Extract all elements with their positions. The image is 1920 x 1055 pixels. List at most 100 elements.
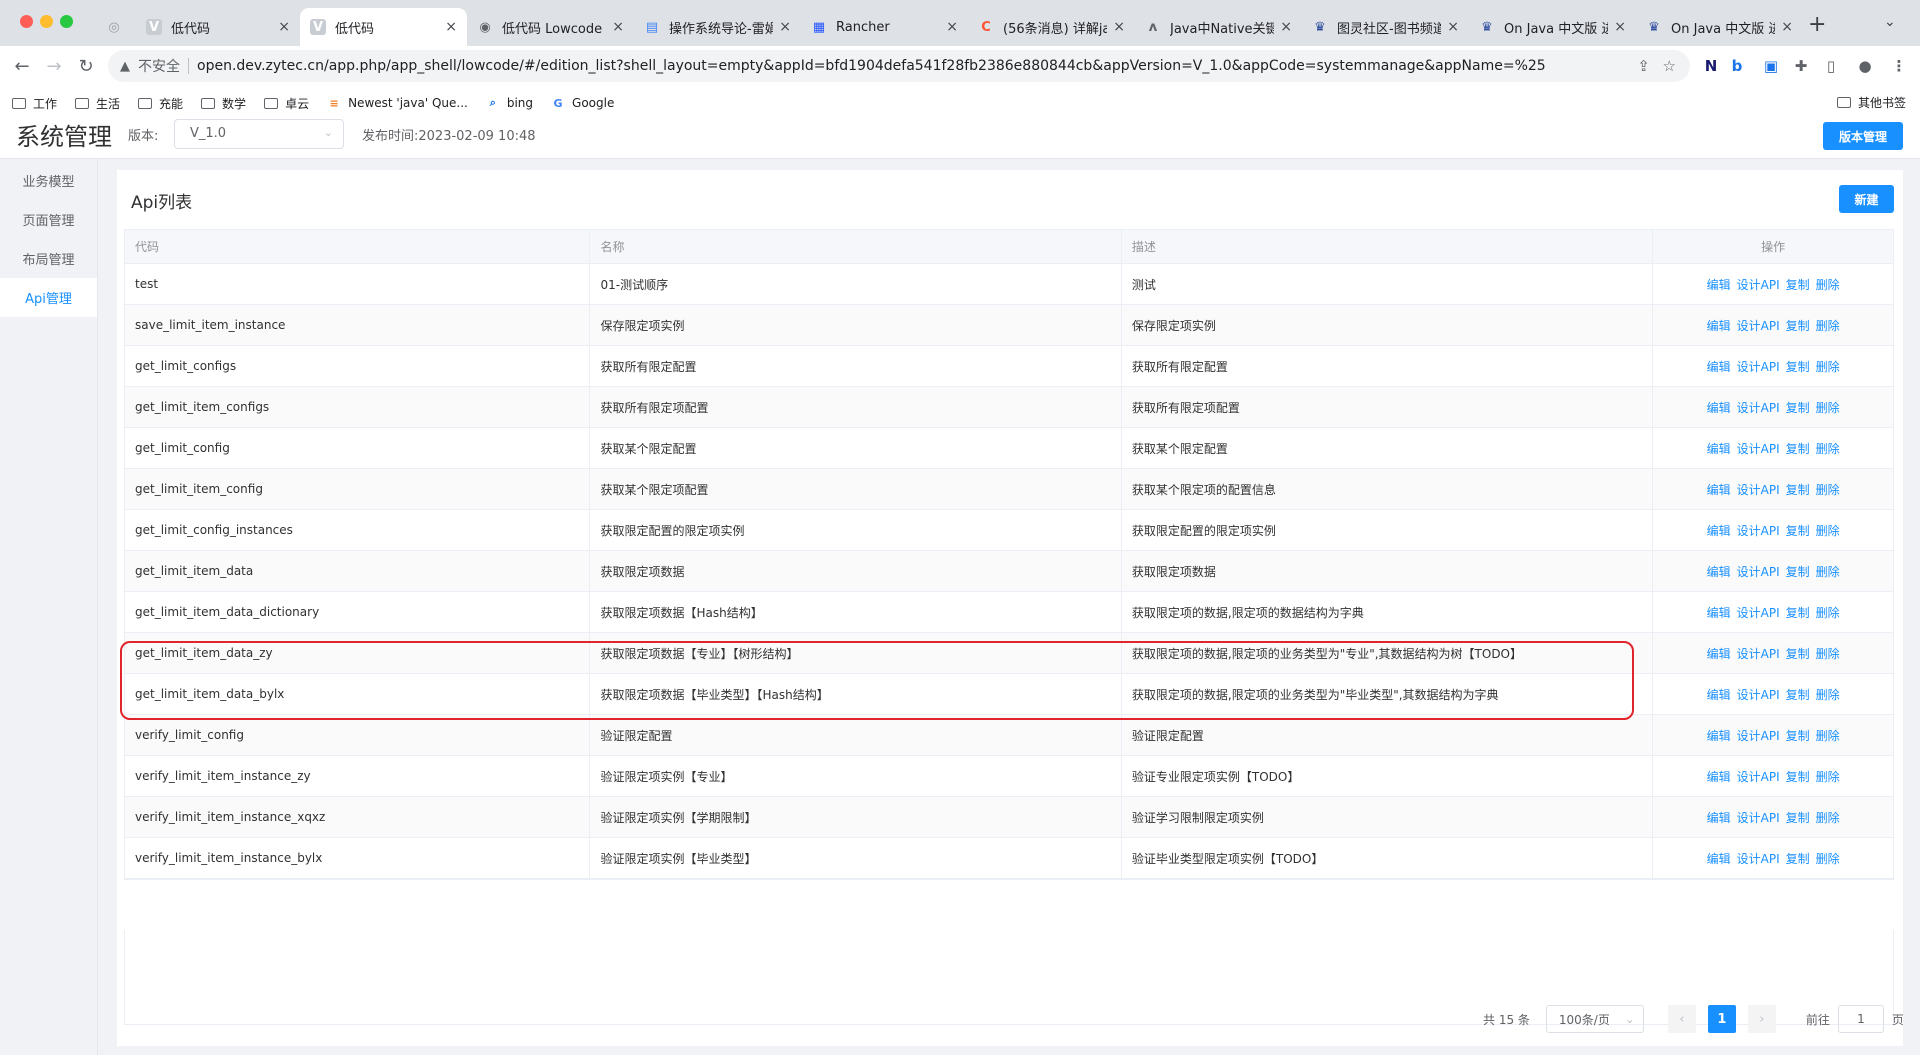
delete-link[interactable]: 删除	[1816, 358, 1840, 375]
close-tab-icon[interactable]: ×	[1781, 19, 1793, 35]
close-tab-icon[interactable]: ×	[1447, 19, 1459, 35]
copy-link[interactable]: 复制	[1786, 809, 1810, 826]
bookmark-7[interactable]: G Google	[551, 96, 615, 110]
sidebar-item-api-manage[interactable]: Api管理	[0, 278, 97, 317]
close-window-button[interactable]	[20, 15, 33, 28]
sidebar-item-page-manage[interactable]: 页面管理	[0, 200, 97, 239]
design-api-link[interactable]: 设计API	[1737, 604, 1780, 621]
design-api-link[interactable]: 设计API	[1737, 686, 1780, 703]
design-api-link[interactable]: 设计API	[1737, 850, 1780, 867]
delete-link[interactable]: 删除	[1816, 563, 1840, 580]
design-api-link[interactable]: 设计API	[1737, 645, 1780, 662]
delete-link[interactable]: 删除	[1816, 604, 1840, 621]
tab-9[interactable]: ♛ On Java 中文版 进 ×	[1469, 8, 1636, 46]
delete-link[interactable]: 删除	[1816, 317, 1840, 334]
bookmark-5[interactable]: ≡ Newest 'java' Que...	[327, 96, 467, 110]
edit-link[interactable]: 编辑	[1707, 809, 1731, 826]
copy-link[interactable]: 复制	[1786, 686, 1810, 703]
edit-link[interactable]: 编辑	[1707, 850, 1731, 867]
tab-4[interactable]: ▤ 操作系统导论-雷娟 ×	[634, 8, 801, 46]
design-api-link[interactable]: 设计API	[1737, 768, 1780, 785]
edit-link[interactable]: 编辑	[1707, 768, 1731, 785]
delete-link[interactable]: 删除	[1816, 809, 1840, 826]
design-api-link[interactable]: 设计API	[1737, 522, 1780, 539]
bookmark-6[interactable]: ⌕ bing	[486, 96, 533, 110]
edit-link[interactable]: 编辑	[1707, 358, 1731, 375]
delete-link[interactable]: 删除	[1816, 727, 1840, 744]
copy-link[interactable]: 复制	[1786, 645, 1810, 662]
delete-link[interactable]: 删除	[1816, 850, 1840, 867]
reload-button[interactable]: ↻	[72, 52, 100, 80]
tab-2[interactable]: V 低代码 ×	[300, 8, 467, 46]
copy-link[interactable]: 复制	[1786, 481, 1810, 498]
address-bar[interactable]: ▲ 不安全 open.dev.zytec.cn/app.php/app_shel…	[108, 50, 1690, 82]
copy-link[interactable]: 复制	[1786, 522, 1810, 539]
delete-link[interactable]: 删除	[1816, 645, 1840, 662]
bookmark-3[interactable]: 数学	[201, 95, 246, 112]
close-tab-icon[interactable]: ×	[779, 19, 791, 35]
design-api-link[interactable]: 设计API	[1737, 727, 1780, 744]
page-number-1[interactable]: 1	[1707, 1005, 1736, 1033]
bookmark-0[interactable]: 工作	[12, 95, 57, 112]
tab-3[interactable]: ◉ 低代码 Lowcode ×	[467, 8, 634, 46]
edit-link[interactable]: 编辑	[1707, 604, 1731, 621]
side-panel-icon[interactable]: ▯	[1817, 52, 1845, 80]
close-tab-icon[interactable]: ×	[278, 19, 290, 35]
edit-link[interactable]: 编辑	[1707, 727, 1731, 744]
menu-kebab-icon[interactable]: ⋮	[1885, 52, 1913, 80]
copy-link[interactable]: 复制	[1786, 317, 1810, 334]
close-tab-icon[interactable]: ×	[946, 19, 958, 35]
delete-link[interactable]: 删除	[1816, 481, 1840, 498]
delete-link[interactable]: 删除	[1816, 399, 1840, 416]
next-page-button[interactable]: ›	[1747, 1005, 1776, 1033]
page-size-select[interactable]: 100条/页 ⌄	[1545, 1005, 1644, 1033]
edit-link[interactable]: 编辑	[1707, 686, 1731, 703]
design-api-link[interactable]: 设计API	[1737, 481, 1780, 498]
sidebar-item-layout-manage[interactable]: 布局管理	[0, 239, 97, 278]
copy-link[interactable]: 复制	[1786, 850, 1810, 867]
close-tab-icon[interactable]: ×	[1113, 19, 1125, 35]
delete-link[interactable]: 删除	[1816, 440, 1840, 457]
design-api-link[interactable]: 设计API	[1737, 276, 1780, 293]
onenote-extension-icon[interactable]: N	[1697, 52, 1725, 80]
edit-link[interactable]: 编辑	[1707, 522, 1731, 539]
tab-5[interactable]: ▦ Rancher ×	[801, 8, 968, 46]
goto-page-input[interactable]: 1	[1837, 1005, 1884, 1033]
other-bookmarks[interactable]: 其他书签	[1836, 94, 1906, 111]
design-api-link[interactable]: 设计API	[1737, 809, 1780, 826]
copy-link[interactable]: 复制	[1786, 440, 1810, 457]
edit-link[interactable]: 编辑	[1707, 399, 1731, 416]
close-tab-icon[interactable]: ×	[612, 19, 624, 35]
extensions-puzzle-icon[interactable]: ✚	[1787, 52, 1815, 80]
copy-link[interactable]: 复制	[1786, 563, 1810, 580]
copy-link[interactable]: 复制	[1786, 358, 1810, 375]
close-tab-icon[interactable]: ×	[445, 19, 457, 35]
edit-link[interactable]: 编辑	[1707, 481, 1731, 498]
design-api-link[interactable]: 设计API	[1737, 440, 1780, 457]
delete-link[interactable]: 删除	[1816, 276, 1840, 293]
forward-button[interactable]: →	[40, 52, 68, 80]
version-select[interactable]: V_1.0 ⌄	[174, 119, 344, 149]
edit-link[interactable]: 编辑	[1707, 276, 1731, 293]
edit-link[interactable]: 编辑	[1707, 440, 1731, 457]
tab-7[interactable]: ʌ Java中Native关键 ×	[1135, 8, 1302, 46]
profile-avatar-icon[interactable]: ●	[1851, 52, 1879, 80]
tab-6[interactable]: C (56条消息) 详解ja ×	[968, 8, 1135, 46]
share-icon[interactable]: ⇪	[1637, 57, 1650, 75]
design-api-link[interactable]: 设计API	[1737, 317, 1780, 334]
close-tab-icon[interactable]: ×	[1280, 19, 1292, 35]
copy-link[interactable]: 复制	[1786, 768, 1810, 785]
tab-0[interactable]: ◎	[96, 8, 136, 46]
copy-link[interactable]: 复制	[1786, 276, 1810, 293]
sidebar-item-business-model[interactable]: 业务模型	[0, 161, 97, 200]
delete-link[interactable]: 删除	[1816, 686, 1840, 703]
version-manage-button[interactable]: 版本管理	[1823, 122, 1903, 150]
bookmark-star-icon[interactable]: ☆	[1663, 57, 1676, 75]
edit-link[interactable]: 编辑	[1707, 645, 1731, 662]
design-api-link[interactable]: 设计API	[1737, 399, 1780, 416]
prev-page-button[interactable]: ‹	[1667, 1005, 1696, 1033]
bookmark-2[interactable]: 充能	[138, 95, 183, 112]
edit-link[interactable]: 编辑	[1707, 563, 1731, 580]
new-tab-button[interactable]: +	[1808, 12, 1826, 38]
delete-link[interactable]: 删除	[1816, 522, 1840, 539]
